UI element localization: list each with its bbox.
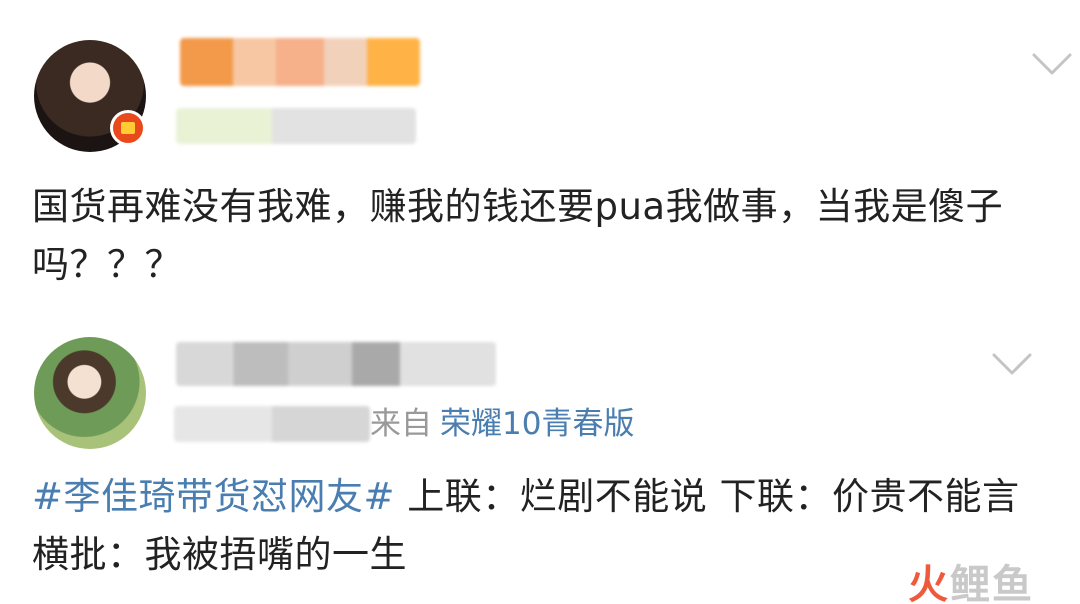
hashtag-link[interactable]: #李佳琦带货怼网友# bbox=[32, 475, 395, 518]
watermark-logo: 火鲤鱼 bbox=[908, 562, 1034, 604]
user-meta-blurred bbox=[174, 406, 370, 442]
post-source: 来自 荣耀10青春版 bbox=[370, 404, 634, 444]
comment-item: 国货再难没有我难，赚我的钱还要pua我做事，当我是傻子吗？？？ bbox=[0, 0, 1080, 320]
chevron-down-icon[interactable] bbox=[992, 352, 1032, 376]
verified-badge-icon bbox=[110, 110, 146, 146]
comment-text: 国货再难没有我难，赚我的钱还要pua我做事，当我是傻子吗？？？ bbox=[32, 178, 1042, 294]
chevron-down-icon[interactable] bbox=[1032, 52, 1072, 76]
comment-item: 来自 荣耀10青春版 #李佳琦带货怼网友# 上联：烂剧不能说 下联：价贵不能言 横… bbox=[0, 320, 1080, 604]
comment-body: 国货再难没有我难，赚我的钱还要pua我做事，当我是傻子吗？？？ bbox=[32, 185, 1004, 286]
user-meta-blurred bbox=[176, 108, 416, 144]
avatar[interactable] bbox=[34, 337, 146, 449]
source-device-link[interactable]: 荣耀10青春版 bbox=[440, 406, 634, 442]
username-blurred[interactable] bbox=[180, 38, 420, 86]
username-blurred[interactable] bbox=[176, 342, 496, 386]
comment-list: 国货再难没有我难，赚我的钱还要pua我做事，当我是傻子吗？？？ 来自 荣耀10青春… bbox=[0, 0, 1080, 604]
comment-text: #李佳琦带货怼网友# 上联：烂剧不能说 下联：价贵不能言 横批：我被捂嘴的一生 bbox=[32, 468, 1042, 584]
source-prefix: 来自 bbox=[370, 406, 432, 442]
